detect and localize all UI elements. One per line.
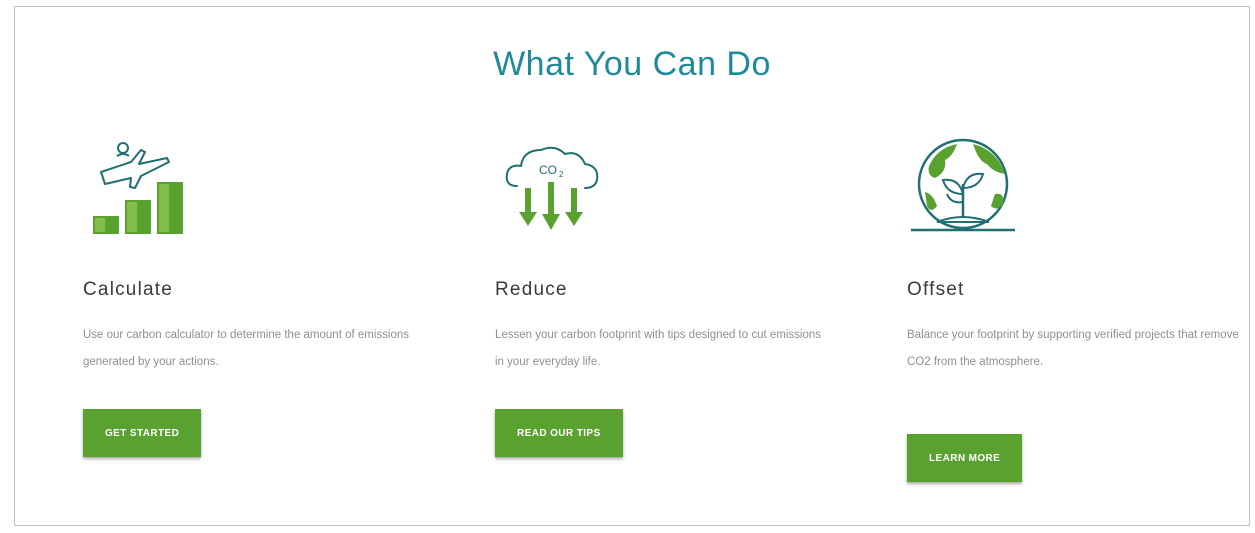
- co2-cloud-icon: CO 2: [505, 146, 599, 230]
- card-reduce: CO 2 Reduce Lessen your carbon footprint…: [495, 7, 835, 525]
- card-description: Use our carbon calculator to determine t…: [83, 329, 409, 368]
- chart-bars-icon: [93, 142, 183, 234]
- card-title: Offset: [907, 279, 965, 300]
- what-you-can-do-section: What You Can Do Calculate Use our carbon…: [14, 6, 1250, 526]
- svg-text:CO: CO: [539, 163, 557, 177]
- svg-text:2: 2: [559, 170, 564, 179]
- globe-plant-icon: [911, 138, 1015, 232]
- card-title: Reduce: [495, 279, 568, 300]
- get-started-button[interactable]: GET STARTED: [83, 409, 202, 457]
- card-calculate: Calculate Use our carbon calculator to d…: [83, 7, 423, 525]
- card-description: Lessen your carbon footprint with tips d…: [495, 329, 822, 368]
- read-our-tips-button[interactable]: READ OUR TIPS: [495, 409, 623, 457]
- card-description: Balance your footprint by supporting ver…: [907, 329, 1239, 368]
- learn-more-button[interactable]: LEARN MORE: [907, 434, 1023, 482]
- card-offset: Offset Balance your footprint by support…: [907, 7, 1247, 525]
- card-title: Calculate: [83, 279, 174, 300]
